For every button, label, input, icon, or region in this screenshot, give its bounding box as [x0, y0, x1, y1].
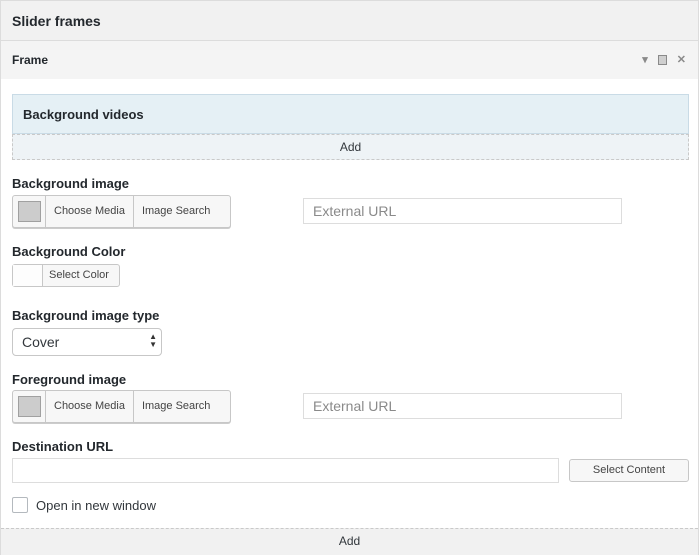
foreground-image-preview[interactable] [13, 391, 46, 422]
open-new-window-checkbox[interactable] [12, 497, 28, 513]
add-background-video-button[interactable]: Add [12, 134, 689, 160]
foreground-image-media-group: Choose Media Image Search [12, 390, 231, 423]
background-color-picker: Select Color [12, 264, 120, 287]
destination-url-label: Destination URL [12, 439, 114, 454]
background-image-label: Background image [12, 176, 130, 191]
panel-title: Slider frames [1, 1, 698, 41]
frame-actions: ▾ ✕ [642, 54, 686, 66]
foreground-external-url-input[interactable]: External URL [303, 393, 622, 419]
foreground-choose-media-button[interactable]: Choose Media [46, 391, 134, 422]
frame-title: Frame [12, 53, 49, 67]
frame-body: Background videos Add Background image C… [1, 79, 698, 528]
background-image-type-select[interactable]: Cover ▲ ▼ [12, 328, 162, 356]
duplicate-icon[interactable] [657, 55, 667, 65]
background-choose-media-button[interactable]: Choose Media [46, 196, 134, 227]
background-image-media-group: Choose Media Image Search [12, 195, 231, 228]
frame-header[interactable]: Frame ▾ ✕ [1, 41, 698, 79]
destination-url-input[interactable] [12, 458, 559, 483]
color-swatch[interactable] [13, 265, 43, 286]
background-image-search-button[interactable]: Image Search [134, 196, 218, 227]
background-image-preview[interactable] [13, 196, 46, 227]
selected-value: Cover [22, 334, 60, 350]
select-content-button[interactable]: Select Content [569, 459, 689, 482]
foreground-image-search-button[interactable]: Image Search [134, 391, 218, 422]
close-icon[interactable]: ✕ [677, 54, 686, 66]
select-arrows-icon: ▲ ▼ [149, 332, 157, 349]
open-new-window-label: Open in new window [36, 498, 156, 513]
background-external-url-input[interactable]: External URL [303, 198, 622, 224]
collapse-arrow-icon[interactable]: ▾ [642, 54, 648, 66]
background-color-label: Background Color [12, 244, 126, 259]
background-image-type-label: Background image type [12, 308, 160, 323]
background-videos-title: Background videos [12, 94, 689, 134]
select-color-button[interactable]: Select Color [43, 265, 115, 286]
foreground-image-label: Foreground image [12, 372, 127, 387]
slider-frames-panel: Slider frames Frame ▾ ✕ Background video… [0, 0, 699, 555]
add-frame-button[interactable]: Add [1, 528, 698, 555]
